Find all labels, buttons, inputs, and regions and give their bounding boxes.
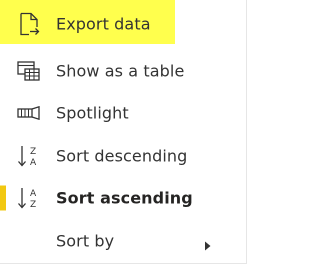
- sort-letter-bottom: A: [30, 158, 37, 168]
- menu-item-sort-by[interactable]: Sort by: [0, 220, 246, 262]
- sort-descending-icon: Z A: [17, 144, 41, 168]
- spotlight-icon: [17, 101, 41, 125]
- table-icon: [17, 59, 41, 83]
- menu-item-label: Show as a table: [56, 61, 185, 81]
- context-menu: Export data Show as a table Spotlight Z …: [0, 0, 247, 264]
- export-data-icon: [17, 12, 41, 36]
- menu-item-export-data[interactable]: Export data: [0, 3, 246, 45]
- sort-letter-top: A: [30, 189, 37, 199]
- menu-item-label: Export data: [56, 14, 151, 34]
- chevron-right-icon: [204, 236, 212, 251]
- sort-letter-top: Z: [30, 147, 36, 157]
- sort-letter-bottom: Z: [30, 200, 36, 210]
- menu-item-label: Sort descending: [56, 146, 188, 166]
- menu-item-label: Spotlight: [56, 103, 129, 123]
- menu-item-label: Sort by: [56, 231, 115, 251]
- sort-ascending-icon: A Z: [17, 186, 41, 210]
- menu-item-sort-ascending[interactable]: A Z Sort ascending: [0, 177, 246, 219]
- active-indicator: [0, 185, 6, 211]
- menu-item-sort-descending[interactable]: Z A Sort descending: [0, 135, 246, 177]
- menu-item-label: Sort ascending: [56, 188, 193, 208]
- menu-item-spotlight[interactable]: Spotlight: [0, 92, 246, 134]
- menu-item-show-as-table[interactable]: Show as a table: [0, 50, 246, 92]
